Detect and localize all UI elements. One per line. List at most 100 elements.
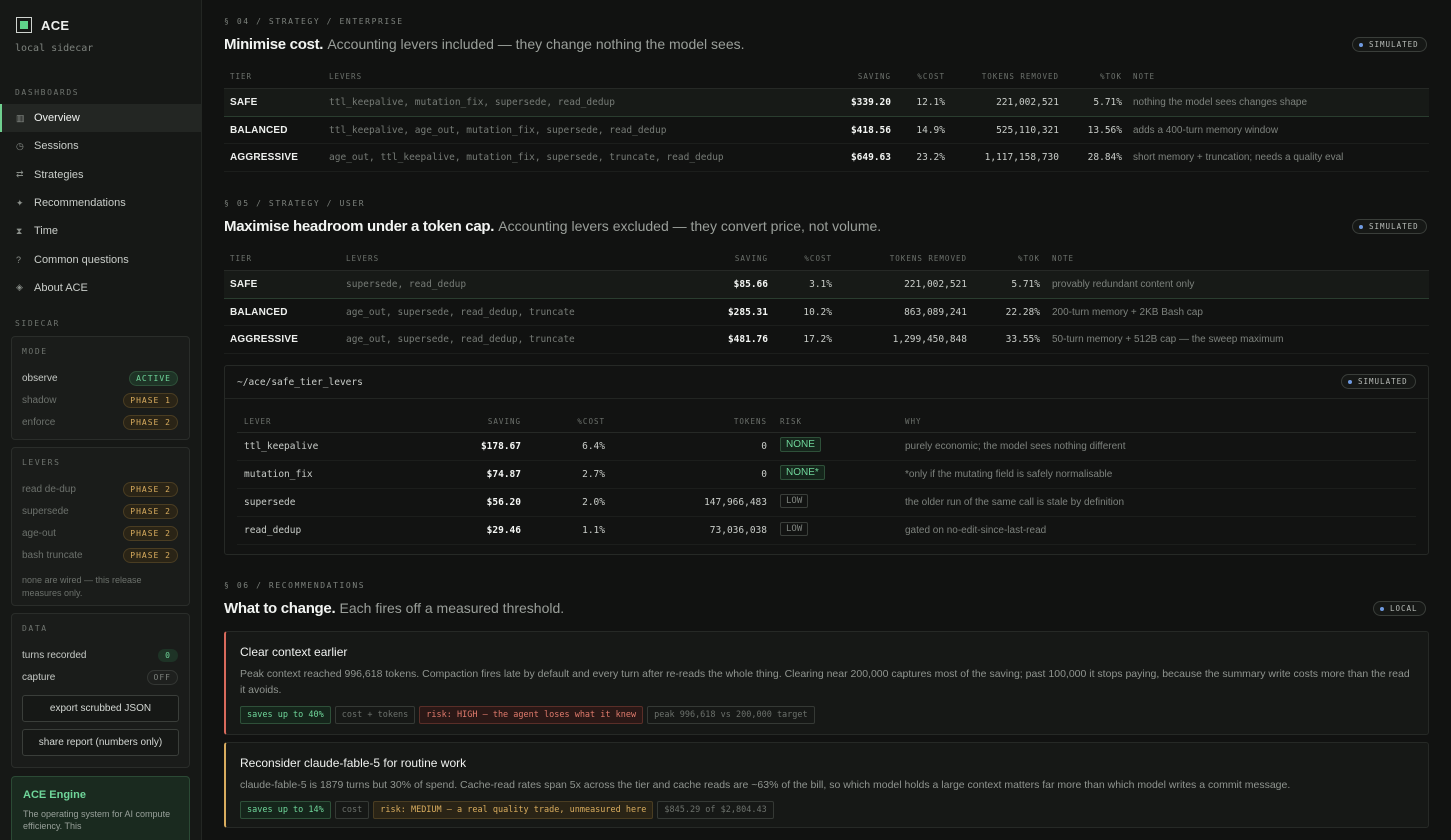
sidebar-item-label: Overview [34,112,80,125]
data-panel: DATA turns recorded 0 capture OFF export… [11,613,190,768]
section-eyebrow: § 04 / STRATEGY / ENTERPRISE [224,17,404,26]
simulated-badge: SIMULATED [1352,37,1427,52]
sidebar-item-label: Common questions [34,253,129,266]
status-badge: PHASE 2 [123,525,178,541]
share-report-button[interactable]: share report (numbers only) [22,729,179,756]
user-strategy-table: TIER LEVERS SAVING %COST TOKENS REMOVED … [224,246,1429,354]
sidebar-item-label: Sessions [34,140,79,153]
risk-badge: NONE [780,437,821,452]
turns-recorded-row: turns recorded 0 [12,644,189,666]
risk-tag: risk: HIGH — the agent loses what it kne… [419,706,644,724]
section-eyebrow: § 05 / STRATEGY / USER [224,199,366,208]
recommendation-body: claude-fable-5 is 1879 turns but 30% of … [240,779,1291,791]
sidebar-item-label: About ACE [34,281,88,294]
risk-badge: LOW [780,522,809,536]
table-row[interactable]: BALANCED age_out, supersede, read_dedup,… [224,299,1429,327]
main-content: § 04 / STRATEGY / ENTERPRISE Minimise co… [202,0,1451,840]
metric-tag: $845.29 of $2,804.43 [657,801,774,819]
diamond-icon: ◈ [16,282,23,293]
section-title: Maximise headroom under a token cap. [224,218,495,235]
section-subtitle: Accounting levers included — they change… [327,36,745,52]
sparkle-icon: ✦ [16,197,24,208]
sidebar-item-sessions[interactable]: ◷ Sessions [0,132,201,160]
sidebar-item-overview[interactable]: ▥ Overview [0,104,201,133]
table-row[interactable]: supersede $56.20 2.0% 147,966,483 LOW th… [237,489,1416,517]
swap-icon: ⇄ [16,169,24,180]
dashboards-label: DASHBOARDS [15,88,80,97]
mode-row-enforce[interactable]: enforce PHASE 2 [12,411,189,433]
recommendation-card[interactable]: Clear context earlier Peak context reach… [224,631,1429,735]
table-row[interactable]: ttl_keepalive $178.67 6.4% 0 NONE purely… [237,433,1416,461]
table-header: TIER LEVERS SAVING %COST TOKENS REMOVED … [224,64,1429,89]
engine-description: The operating system for AI compute effi… [23,809,171,831]
status-badge: PHASE 2 [123,547,178,563]
recommendation-title: Clear context earlier [240,645,348,659]
sidebar-item-label: Strategies [34,168,84,181]
brand-name: ACE [41,17,70,33]
section-heading: Maximise headroom under a token cap. Acc… [224,218,881,235]
clock-icon: ◷ [16,140,24,151]
panel-header: ~/ace/safe_tier_levers SIMULATED [225,366,1428,399]
mode-row-shadow[interactable]: shadow PHASE 1 [12,389,189,411]
table-row[interactable]: SAFE ttl_keepalive, mutation_fix, supers… [224,89,1429,117]
export-json-button[interactable]: export scrubbed JSON [22,695,179,722]
sidebar-item-strategies[interactable]: ⇄ Strategies [0,161,201,189]
grid-icon: ▥ [16,112,25,123]
sidebar-item-recommendations[interactable]: ✦ Recommendations [0,189,201,217]
table-row[interactable]: AGGRESSIVE age_out, ttl_keepalive, mutat… [224,144,1429,172]
status-badge: PHASE 2 [123,503,178,519]
brand-subtitle: local sidecar [15,43,94,54]
data-label: DATA [22,624,48,633]
table-row[interactable]: mutation_fix $74.87 2.7% 0 NONE* *only i… [237,461,1416,489]
metric-tag: peak 996,618 vs 200,000 target [647,706,815,724]
logo-icon [16,17,32,33]
section-title: Minimise cost. [224,36,324,53]
levers-note: none are wired — this release measures o… [22,575,142,598]
table-header: TIER LEVERS SAVING %COST TOKENS REMOVED … [224,246,1429,271]
safe-tier-levers-panel: ~/ace/safe_tier_levers SIMULATED LEVER S… [224,365,1429,555]
levers-label: LEVERS [22,458,61,467]
status-badge: ACTIVE [129,370,178,386]
saving-tag: saves up to 40% [240,706,331,724]
sidebar-item-label: Recommendations [34,197,126,210]
mode-row-observe[interactable]: observe ACTIVE [12,367,189,389]
status-badge: PHASE 2 [123,481,178,497]
safe-levers-table: LEVER SAVING %COST TOKENS RISK WHY ttl_k… [237,410,1416,545]
table-row[interactable]: BALANCED ttl_keepalive, age_out, mutatio… [224,117,1429,145]
table-row[interactable]: AGGRESSIVE age_out, supersede, read_dedu… [224,326,1429,354]
scope-tag: cost + tokens [334,706,416,724]
engine-title: ACE Engine [23,789,86,801]
engine-card[interactable]: ACE Engine The operating system for AI c… [11,776,190,840]
sidebar-item-common-questions[interactable]: ? Common questions [0,245,201,273]
section-title: What to change. [224,600,336,617]
section-subtitle: Each fires off a measured threshold. [339,600,565,616]
brand[interactable]: ACE [0,0,201,33]
scope-tag: cost [334,801,370,819]
enterprise-strategy-table: TIER LEVERS SAVING %COST TOKENS REMOVED … [224,64,1429,172]
sidebar: ACE local sidecar DASHBOARDS ▥ Overview … [0,0,202,840]
capture-row[interactable]: capture OFF [12,666,189,688]
section-subtitle: Accounting levers excluded — they conver… [498,218,882,234]
lever-row: age-out PHASE 2 [12,522,189,544]
table-row[interactable]: SAFE supersede, read_dedup $85.66 3.1% 2… [224,271,1429,299]
recommendation-title: Reconsider claude-fable-5 for routine wo… [240,756,467,770]
sidecar-label: SIDECAR [15,319,60,328]
levers-panel: LEVERS read de-dup PHASE 2 supersede PHA… [11,447,190,606]
saving-tag: saves up to 14% [240,801,331,819]
capture-toggle[interactable]: OFF [146,669,178,685]
recommendation-body: Peak context reached 996,618 tokens. Com… [240,668,1410,696]
sidebar-item-label: Time [34,225,59,238]
recommendation-tags: saves up to 14% cost risk: MEDIUM — a re… [240,801,774,819]
risk-tag: risk: MEDIUM — a real quality trade, unm… [373,801,654,819]
risk-badge: NONE* [780,465,825,480]
risk-badge: LOW [780,494,809,508]
sidebar-item-about[interactable]: ◈ About ACE [0,274,201,302]
status-badge: PHASE 1 [123,392,178,408]
hourglass-icon: ⧗ [16,225,23,236]
turns-count-badge: 0 [158,648,178,662]
sidebar-item-time[interactable]: ⧗ Time [0,217,201,245]
sidebar-nav: ▥ Overview ◷ Sessions ⇄ Strategies ✦ Rec… [0,104,201,302]
local-badge: LOCAL [1373,601,1426,616]
recommendation-card[interactable]: Reconsider claude-fable-5 for routine wo… [224,742,1429,828]
table-row[interactable]: read_dedup $29.46 1.1% 73,036,038 LOW ga… [237,517,1416,545]
